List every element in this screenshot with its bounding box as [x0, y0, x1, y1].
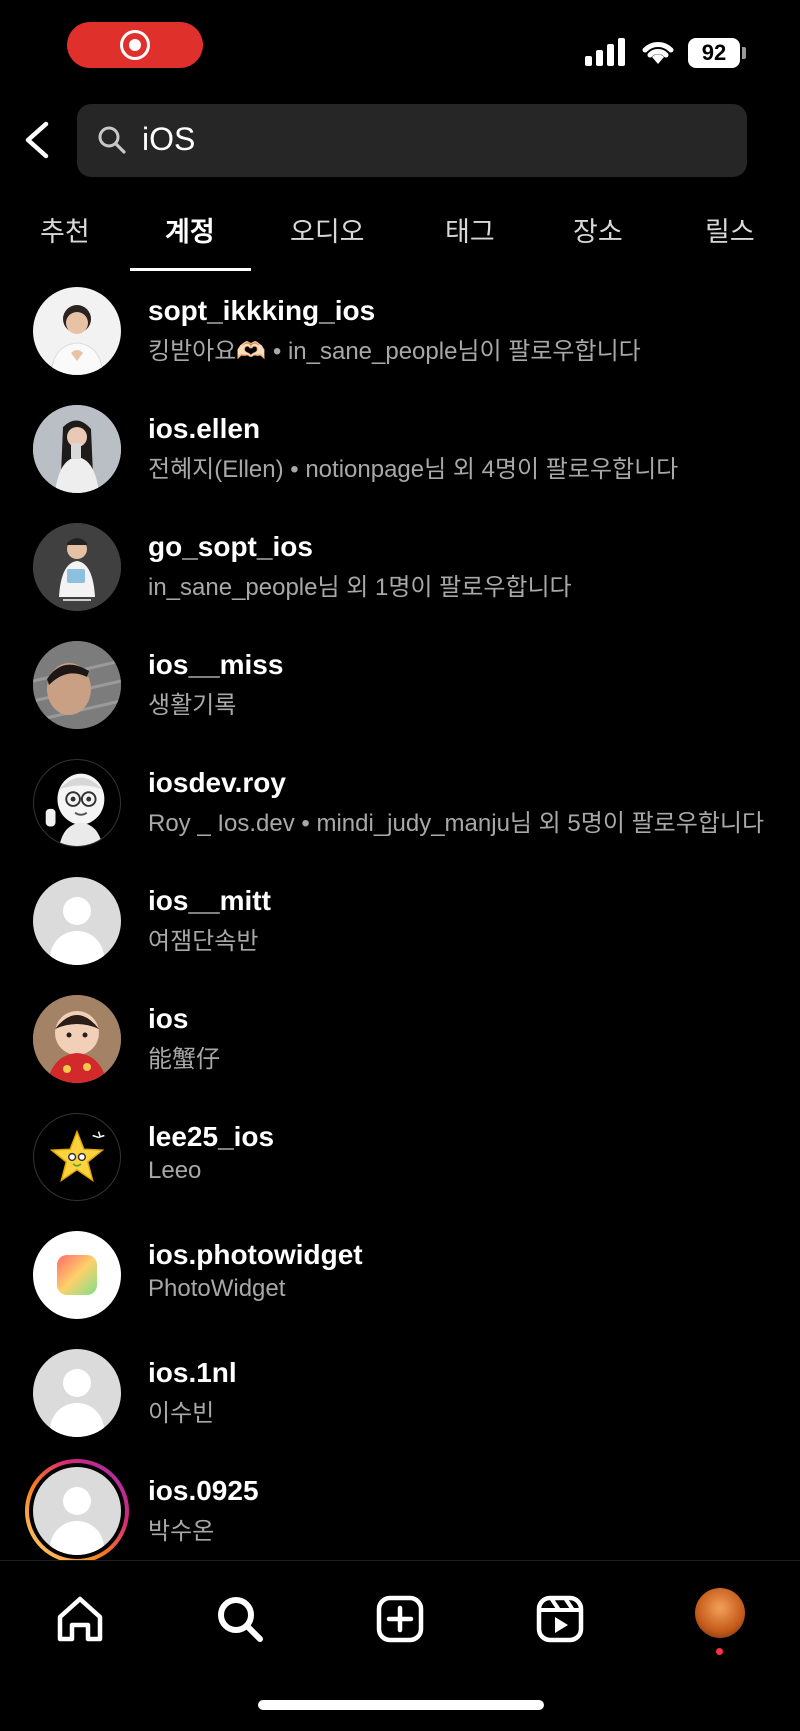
account-subtitle: 생활기록 — [148, 692, 237, 719]
back-arrow-icon[interactable] — [18, 118, 58, 162]
tab-reels[interactable]: 릴스 — [705, 210, 755, 249]
username: ios.ellen — [148, 413, 261, 444]
avatar — [33, 287, 121, 375]
search-icon — [98, 126, 126, 154]
account-subtitle: 能蟹仔 — [148, 1046, 220, 1073]
star-emoji-icon — [33, 1113, 121, 1201]
username: iosdev.roy — [148, 767, 286, 798]
avatar — [33, 523, 121, 611]
account-subtitle: PhotoWidget — [148, 1275, 286, 1302]
search-input[interactable]: iOS — [77, 104, 747, 177]
username: ios__mitt — [148, 885, 271, 916]
avatar — [33, 641, 121, 729]
search-category-tabs: 추천 계정 오디오 태그 장소 릴스 — [0, 198, 800, 271]
username: ios__miss — [148, 649, 284, 680]
account-subtitle: 박수온 — [148, 1518, 215, 1545]
avatar — [33, 995, 121, 1083]
list-item[interactable]: ios 能蟹仔 — [0, 988, 800, 1106]
photowidget-app-icon — [33, 1231, 121, 1319]
tab-tags[interactable]: 태그 — [445, 210, 495, 249]
cellular-signal-icon — [585, 38, 627, 66]
list-item[interactable]: go_sopt_ios in_sane_people님 외 1명이 팔로우합니다 — [0, 516, 800, 634]
home-indicator — [258, 1700, 544, 1710]
tab-places[interactable]: 장소 — [573, 210, 623, 249]
username: ios.1nl — [148, 1357, 237, 1388]
default-avatar-icon — [33, 877, 121, 965]
account-subtitle: 여잼단속반 — [148, 928, 259, 955]
account-subtitle: Roy _ Ios.dev • mindi_judy_manju님 외 5명이 … — [148, 810, 765, 837]
account-subtitle: 이수빈 — [148, 1400, 215, 1427]
tab-recommended[interactable]: 추천 — [40, 210, 90, 249]
username: ios.0925 — [148, 1475, 259, 1506]
search-query: iOS — [142, 121, 196, 157]
tab-audio[interactable]: 오디오 — [290, 210, 365, 249]
username: sopt_ikkking_ios — [148, 295, 376, 326]
account-subtitle: in_sane_people님 외 1명이 팔로우합니다 — [148, 574, 572, 601]
list-item[interactable]: iosdev.roy Roy _ Ios.dev • mindi_judy_ma… — [0, 752, 800, 870]
avatar — [33, 759, 121, 847]
wifi-icon — [642, 42, 674, 64]
list-item[interactable]: ios.ellen 전혜지(Ellen) • notionpage님 외 4명이… — [0, 398, 800, 516]
active-tab-indicator — [130, 268, 251, 271]
search-icon[interactable] — [212, 1591, 268, 1647]
list-item[interactable]: ios__mitt 여잼단속반 — [0, 870, 800, 988]
tab-accounts[interactable]: 계정 — [165, 210, 215, 249]
account-subtitle: Leeo — [148, 1157, 202, 1184]
list-item[interactable]: lee25_ios Leeo — [0, 1106, 800, 1224]
screen-recording-indicator[interactable] — [67, 22, 203, 68]
create-post-icon[interactable] — [372, 1591, 428, 1647]
list-item[interactable]: ios__miss 생활기록 — [0, 634, 800, 752]
list-item[interactable]: ios.1nl 이수빈 — [0, 1342, 800, 1460]
list-item[interactable]: ios.photowidget PhotoWidget — [0, 1224, 800, 1342]
notification-dot — [716, 1648, 723, 1655]
username: ios — [148, 1003, 189, 1034]
username: lee25_ios — [148, 1121, 275, 1152]
home-icon[interactable] — [52, 1591, 108, 1647]
avatar — [33, 405, 121, 493]
status-bar: 92 — [0, 0, 800, 95]
default-avatar-icon — [33, 1467, 121, 1555]
search-header: iOS — [0, 104, 800, 177]
account-subtitle: 전혜지(Ellen) • notionpage님 외 4명이 팔로우합니다 — [148, 456, 679, 483]
profile-avatar[interactable] — [695, 1588, 745, 1638]
username: go_sopt_ios — [148, 531, 313, 562]
reels-icon[interactable] — [532, 1591, 588, 1647]
default-avatar-icon — [33, 1349, 121, 1437]
account-subtitle: 킹받아요🫶🏻 • in_sane_people님이 팔로우합니다 — [148, 338, 641, 365]
list-item[interactable]: sopt_ikkking_ios 킹받아요🫶🏻 • in_sane_people… — [0, 280, 800, 398]
battery-indicator: 92 — [688, 38, 740, 68]
username: ios.photowidget — [148, 1239, 363, 1270]
